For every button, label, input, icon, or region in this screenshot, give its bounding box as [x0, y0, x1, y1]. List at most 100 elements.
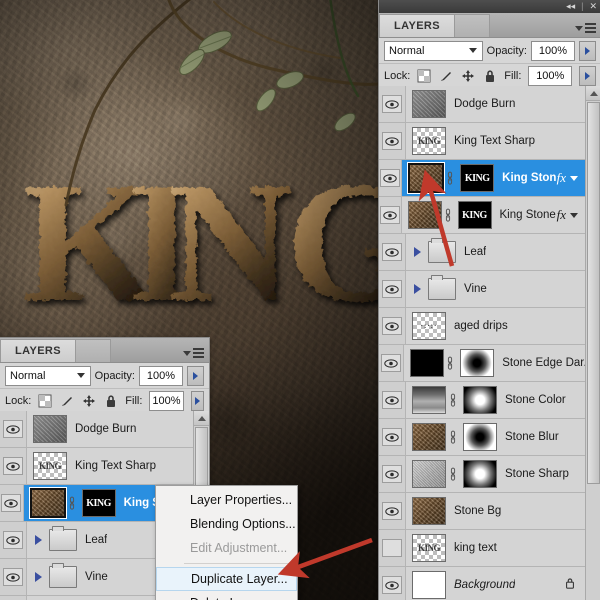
lock-all-icon[interactable] [104, 394, 118, 408]
layer-row[interactable]: Stone Edge Dar... [379, 345, 586, 382]
scroll-up-arrow-icon[interactable] [194, 411, 209, 426]
layer-visibility-toggle[interactable] [379, 160, 402, 196]
lock-transparent-pixels-icon[interactable] [38, 394, 52, 408]
eye-icon [382, 428, 402, 446]
layer-visibility-toggle[interactable] [379, 271, 406, 307]
layer-row[interactable]: ·:·:·aged drips [379, 308, 586, 345]
blend-mode-select[interactable]: Normal [384, 41, 483, 61]
context-menu-item[interactable]: Duplicate Layer... [156, 567, 297, 591]
layer-visibility-toggle[interactable] [379, 86, 406, 122]
lock-image-pixels-icon[interactable] [439, 69, 453, 83]
collapse-double-arrow-icon[interactable]: ◂◂ [566, 2, 575, 11]
mask-link-icon[interactable] [446, 171, 454, 186]
lock-image-pixels-icon[interactable] [60, 394, 74, 408]
context-menu-item[interactable]: Layer Properties... [156, 488, 297, 512]
layer-visibility-toggle[interactable] [379, 419, 406, 455]
context-menu-separator [184, 563, 297, 564]
chevron-down-icon[interactable] [570, 176, 578, 181]
layer-visibility-toggle[interactable] [379, 567, 406, 600]
mask-link-icon[interactable] [448, 467, 457, 482]
context-menu-item[interactable]: Delete Layer [156, 591, 297, 600]
group-expand-triangle-icon[interactable] [35, 572, 42, 582]
fill-input[interactable]: 100% [528, 66, 572, 86]
close-icon[interactable]: ✕ [589, 2, 597, 11]
layer-list-scrollbar-right[interactable] [585, 86, 600, 600]
layer-visibility-toggle[interactable] [0, 485, 24, 521]
blend-opacity-row-left[interactable]: Normal Opacity: 100% [0, 363, 209, 389]
scrollbar-thumb[interactable] [587, 102, 600, 484]
layer-visibility-toggle[interactable] [0, 522, 27, 558]
panel-tabbar[interactable]: LAYERS [379, 13, 600, 38]
layer-row[interactable]: Stone Sharp [379, 456, 586, 493]
panel-menu-button-left[interactable] [183, 348, 204, 358]
lock-position-icon[interactable] [82, 394, 96, 408]
layer-row[interactable]: Stone Blur [379, 419, 586, 456]
layer-visibility-toggle[interactable] [379, 197, 402, 233]
lock-all-icon[interactable] [483, 69, 497, 83]
layer-visibility-toggle[interactable] [379, 234, 406, 270]
tab-layers[interactable]: LAYERS [379, 14, 455, 37]
layer-visibility-toggle[interactable] [379, 493, 406, 529]
fill-input-left[interactable]: 100% [149, 391, 183, 411]
eye-icon [382, 465, 402, 483]
layer-visibility-toggle[interactable] [379, 382, 406, 418]
layer-visibility-toggle[interactable] [379, 308, 406, 344]
layer-row[interactable]: Background [379, 567, 586, 600]
chevron-down-icon [183, 351, 191, 356]
blend-opacity-row[interactable]: Normal Opacity: 100% [379, 38, 600, 64]
layer-visibility-toggle[interactable] [0, 411, 27, 447]
opacity-slider-button-left[interactable] [187, 366, 204, 386]
layer-effects-fx-icon[interactable]: fx [557, 207, 570, 223]
layer-name: Stone Bg [454, 505, 501, 517]
layer-row[interactable]: KINGKing Stone ...fx [379, 197, 586, 234]
tab-stub[interactable] [455, 14, 490, 37]
scroll-up-arrow-icon[interactable] [586, 86, 600, 101]
layer-row[interactable]: Vine [379, 271, 586, 308]
mask-link-icon[interactable] [444, 208, 452, 223]
layer-row[interactable]: Leaf [379, 234, 586, 271]
layer-row[interactable]: Stone Color [379, 382, 586, 419]
layer-row[interactable]: Stone Bg [379, 493, 586, 530]
layer-row[interactable]: Dodge Burn [379, 86, 586, 123]
mask-link-icon[interactable] [448, 393, 457, 408]
fill-slider-button-left[interactable] [191, 391, 204, 411]
layer-effects-fx-icon[interactable]: fx [557, 170, 570, 186]
layer-visibility-toggle[interactable] [0, 596, 27, 600]
mask-link-icon[interactable] [446, 356, 454, 371]
tab-stub-left[interactable] [76, 339, 111, 362]
opacity-input-left[interactable]: 100% [139, 366, 183, 386]
layer-visibility-toggle[interactable] [379, 123, 406, 159]
layer-row[interactable]: Dodge Burn [0, 411, 194, 448]
layer-row[interactable]: KINGKing Text Sharp [379, 123, 586, 160]
layer-list-right[interactable]: Dodge BurnKINGKing Text SharpKINGKing St… [379, 86, 586, 600]
mask-link-icon[interactable] [68, 496, 76, 511]
tab-layers-left[interactable]: LAYERS [0, 339, 76, 362]
group-expand-triangle-icon[interactable] [35, 535, 42, 545]
layer-visibility-toggle[interactable] [0, 448, 27, 484]
lock-transparent-pixels-icon[interactable] [417, 69, 431, 83]
layer-visibility-toggle[interactable] [379, 530, 406, 566]
panel-tabbar-left[interactable]: LAYERS [0, 338, 209, 363]
eye-icon [380, 206, 400, 224]
panel-menu-button[interactable] [575, 23, 596, 33]
layer-visibility-toggle[interactable] [379, 456, 406, 492]
layers-panel-right[interactable]: ◂◂ | ✕ LAYERS Normal Opacity: 100% [378, 0, 600, 600]
group-expand-triangle-icon[interactable] [414, 247, 421, 257]
mask-link-icon[interactable] [448, 430, 457, 445]
layer-context-menu[interactable]: Layer Properties...Blending Options...Ed… [155, 485, 298, 600]
opacity-input[interactable]: 100% [531, 41, 575, 61]
blend-mode-select-left[interactable]: Normal [5, 366, 91, 386]
layer-row[interactable]: KINGking text [379, 530, 586, 567]
layer-name: king text [454, 542, 497, 554]
context-menu-item[interactable]: Blending Options... [156, 512, 297, 536]
layer-row[interactable]: KINGKing Text Sharp [0, 448, 194, 485]
layer-visibility-toggle[interactable] [379, 345, 404, 381]
lock-position-icon[interactable] [461, 69, 475, 83]
opacity-slider-button[interactable] [579, 41, 596, 61]
fill-slider-button[interactable] [579, 66, 596, 86]
group-expand-triangle-icon[interactable] [414, 284, 421, 294]
chevron-down-icon[interactable] [570, 213, 578, 218]
context-menu-item: Edit Adjustment... [156, 536, 297, 560]
layer-visibility-toggle[interactable] [0, 559, 27, 595]
layer-row[interactable]: KINGKing Ston...fx [379, 160, 586, 197]
